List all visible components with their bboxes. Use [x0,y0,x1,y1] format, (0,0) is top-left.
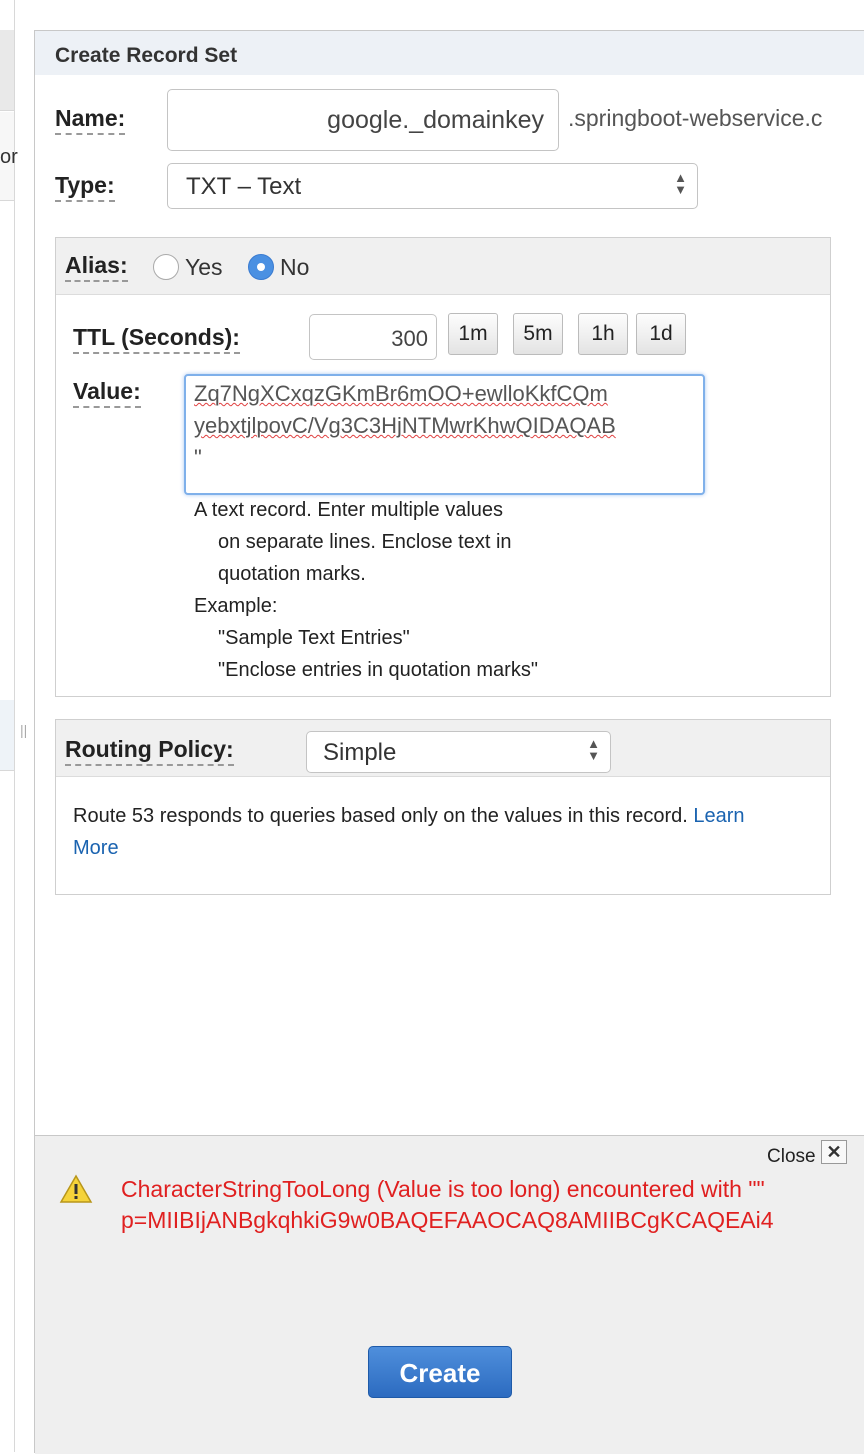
create-button[interactable]: Create [368,1346,512,1398]
routing-policy-label: Routing Policy: [65,736,234,766]
help-line: A text record. Enter multiple values [194,499,504,521]
alias-section: Alias: Yes No TTL (Seconds): 300 1m 5m 1… [55,237,831,697]
type-select-value: TXT – Text [186,173,302,200]
routing-header: Routing Policy: Simple ▲ ▼ [56,720,830,777]
value-line: Zq7NgXCxqzGKmBr6mOO+ewlloKkfCQm [194,381,608,406]
warning-icon [59,1174,93,1209]
value-line: " [194,445,202,470]
name-input[interactable]: google._domainkey [167,89,559,151]
alias-header: Alias: Yes No [56,238,830,295]
panel-resize-handle[interactable]: || [20,722,27,738]
domain-suffix: .springboot-webservice.c [568,105,823,131]
alias-yes-radio[interactable] [153,254,179,280]
close-icon[interactable]: ✕ [821,1140,847,1164]
value-help-text: A text record. Enter multiple values on … [194,494,538,686]
select-arrows-icon: ▲ ▼ [587,736,600,763]
help-line: quotation marks. [218,563,366,585]
value-label: Value: [73,378,141,408]
ttl-input[interactable]: 300 [309,314,437,360]
alias-label: Alias: [65,252,128,282]
alias-yes-label: Yes [185,254,223,280]
routing-policy-section: Routing Policy: Simple ▲ ▼ Route 53 respo… [55,719,831,895]
left-sidebar-row[interactable] [0,700,14,771]
ttl-label: TTL (Seconds): [73,324,240,354]
routing-select-value: Simple [323,739,397,766]
routing-description: Route 53 responds to queries based only … [73,800,823,864]
ttl-1h-button[interactable]: 1h [578,313,628,355]
error-panel: Close ✕ CharacterStringTooLong (Value is… [35,1135,864,1454]
ttl-5m-button[interactable]: 5m [513,313,563,355]
alias-no-radio[interactable] [248,254,274,280]
type-label: Type: [55,172,115,202]
error-message: CharacterStringTooLong (Value is too lon… [121,1174,774,1236]
help-example: "Enclose entries in quotation marks" [218,659,538,681]
ttl-1m-button[interactable]: 1m [448,313,498,355]
error-line: CharacterStringTooLong (Value is too lon… [121,1176,765,1202]
ttl-1d-button[interactable]: 1d [636,313,686,355]
alias-no-label: No [280,254,310,280]
help-example-label: Example: [194,595,278,617]
routing-description-text: Route 53 responds to queries based only … [73,805,688,827]
routing-policy-select[interactable]: Simple ▲ ▼ [306,731,611,773]
name-label: Name: [55,105,126,135]
left-sidebar-text-fragment: or [0,146,18,168]
value-line: yebxtjlpovC/Vg3C3HjNTMwrKhwQIDAQAB [194,413,616,438]
left-sidebar-row[interactable] [0,30,14,111]
error-line: p=MIIBIjANBgkqhkiG9w0BAQEFAAOCAQ8AMIIBCg… [121,1207,774,1233]
close-label[interactable]: Close [767,1146,816,1168]
help-line: on separate lines. Enclose text in [218,531,512,553]
create-record-set-panel: Create Record Set Name: google._domainke… [34,30,864,1454]
value-textarea[interactable]: Zq7NgXCxqzGKmBr6mOO+ewlloKkfCQm yebxtjlp… [184,374,705,495]
type-select[interactable]: TXT – Text ▲ ▼ [167,163,698,209]
help-example: "Sample Text Entries" [218,627,410,649]
panel-header: Create Record Set [35,31,864,75]
panel-title: Create Record Set [55,44,238,67]
select-arrows-icon: ▲ ▼ [674,170,687,197]
